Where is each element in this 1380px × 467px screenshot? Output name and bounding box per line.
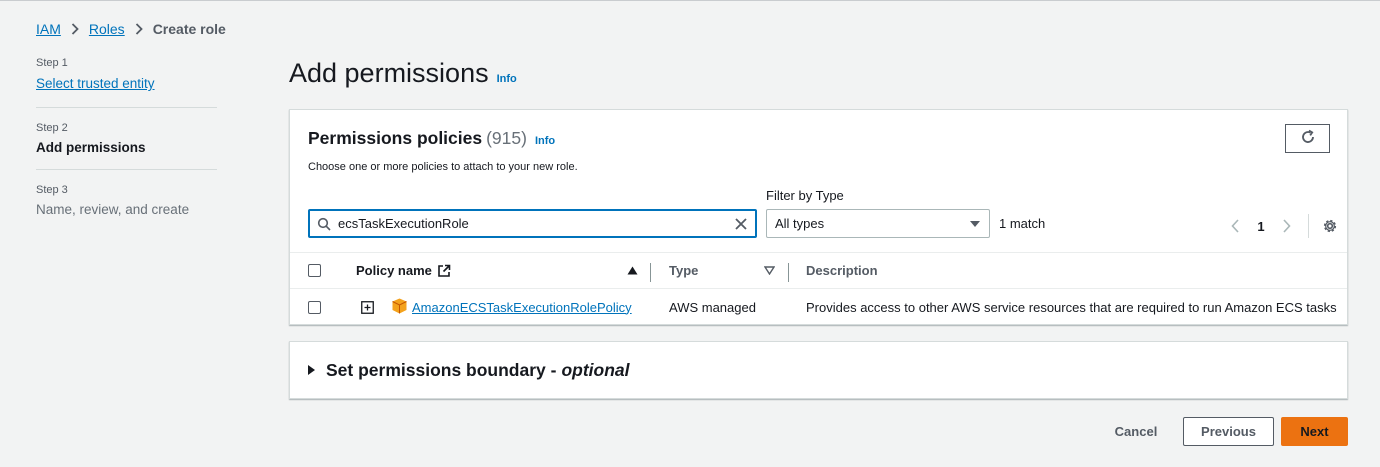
pager-divider xyxy=(1308,214,1309,238)
page-info-link[interactable]: Info xyxy=(497,73,517,85)
chevron-right-icon xyxy=(125,23,153,35)
chevron-right-icon xyxy=(61,23,89,35)
step-title-name-review-create: Name, review, and create xyxy=(36,202,190,217)
match-count: 1 match xyxy=(999,216,1046,231)
filter-by-type-select[interactable]: All types xyxy=(766,209,990,238)
refresh-button[interactable] xyxy=(1285,124,1330,153)
filter-by-type-label: Filter by Type xyxy=(766,188,844,203)
breadcrumb: IAM Roles Create role xyxy=(36,21,226,37)
step-number: Step 2 xyxy=(36,122,68,134)
step-1: Step 1 Select trusted entity xyxy=(36,57,217,107)
expand-icon[interactable] xyxy=(361,289,374,325)
close-icon[interactable] xyxy=(727,217,755,231)
column-label-description: Description xyxy=(806,263,878,278)
caret-right-icon xyxy=(308,365,315,375)
panel-title: Permissions policies xyxy=(308,128,483,148)
gear-icon[interactable] xyxy=(1317,218,1343,234)
row-select-cell xyxy=(308,289,321,325)
policies-table-header: Policy name Type Description xyxy=(290,252,1347,289)
panel-header: Permissions policies (915) Info Choose o… xyxy=(308,128,578,173)
refresh-icon xyxy=(1300,129,1316,148)
search-icon xyxy=(310,217,338,231)
next-button[interactable]: Next xyxy=(1281,417,1348,446)
external-link-icon xyxy=(437,264,451,278)
policy-type-cell: AWS managed xyxy=(669,299,756,315)
panel-description: Choose one or more policies to attach to… xyxy=(308,161,578,173)
permissions-policies-panel: Permissions policies (915) Info Choose o… xyxy=(289,109,1348,325)
breadcrumb-current: Create role xyxy=(152,21,226,37)
policy-search-box xyxy=(308,209,757,238)
cancel-button[interactable]: Cancel xyxy=(1103,417,1169,446)
policy-search-input[interactable] xyxy=(338,211,727,236)
table-row: AmazonECSTaskExecutionRolePolicy AWS man… xyxy=(290,289,1347,325)
column-label-type: Type xyxy=(669,263,699,278)
wizard-steps: Step 1 Select trusted entity Step 2 Add … xyxy=(36,57,217,231)
chevron-right-icon[interactable] xyxy=(1274,219,1300,233)
select-all-cell xyxy=(308,253,321,288)
pagination: 1 xyxy=(1222,214,1343,238)
step-link-select-trusted-entity[interactable]: Select trusted entity xyxy=(36,76,155,91)
row-checkbox[interactable] xyxy=(308,300,321,314)
policy-name-cell: AmazonECSTaskExecutionRolePolicy xyxy=(392,289,632,325)
select-all-checkbox[interactable] xyxy=(308,264,321,277)
policy-name-link[interactable]: AmazonECSTaskExecutionRolePolicy xyxy=(412,300,632,315)
breadcrumb-roles[interactable]: Roles xyxy=(89,21,125,37)
previous-button[interactable]: Previous xyxy=(1183,417,1274,446)
step-title-add-permissions: Add permissions xyxy=(36,140,146,155)
policy-description-cell: Provides access to other AWS service res… xyxy=(806,299,1337,315)
caret-down-icon xyxy=(969,216,981,231)
step-2: Step 2 Add permissions xyxy=(36,107,217,169)
panel-title-row: Permissions policies (915) Info xyxy=(308,128,578,149)
step-number: Step 3 xyxy=(36,184,68,196)
column-header-type[interactable]: Type xyxy=(669,253,698,288)
step-3: Step 3 Name, review, and create xyxy=(36,169,217,231)
column-divider xyxy=(650,263,651,282)
step-number: Step 1 xyxy=(36,57,68,69)
column-header-description: Description xyxy=(806,253,878,288)
sort-ascending-icon[interactable] xyxy=(627,253,638,288)
column-divider xyxy=(788,263,789,282)
boundary-title: Set permissions boundary - xyxy=(326,359,557,380)
boundary-optional-label: optional xyxy=(561,359,630,380)
column-label-policy-name: Policy name xyxy=(356,263,432,278)
page-heading: Add permissions Info xyxy=(289,58,517,89)
chevron-left-icon[interactable] xyxy=(1222,219,1248,233)
policy-count: (915) xyxy=(486,128,527,148)
filter-selected-value: All types xyxy=(775,216,825,231)
column-header-policy-name[interactable]: Policy name xyxy=(356,253,451,288)
page-title: Add permissions xyxy=(289,58,489,88)
permissions-boundary-section[interactable]: Set permissions boundary - optional xyxy=(289,341,1348,399)
page-number[interactable]: 1 xyxy=(1248,219,1274,234)
breadcrumb-iam[interactable]: IAM xyxy=(36,21,61,37)
sort-icon[interactable] xyxy=(764,253,775,288)
policies-info-link[interactable]: Info xyxy=(535,135,555,147)
aws-managed-policy-icon xyxy=(392,298,407,317)
